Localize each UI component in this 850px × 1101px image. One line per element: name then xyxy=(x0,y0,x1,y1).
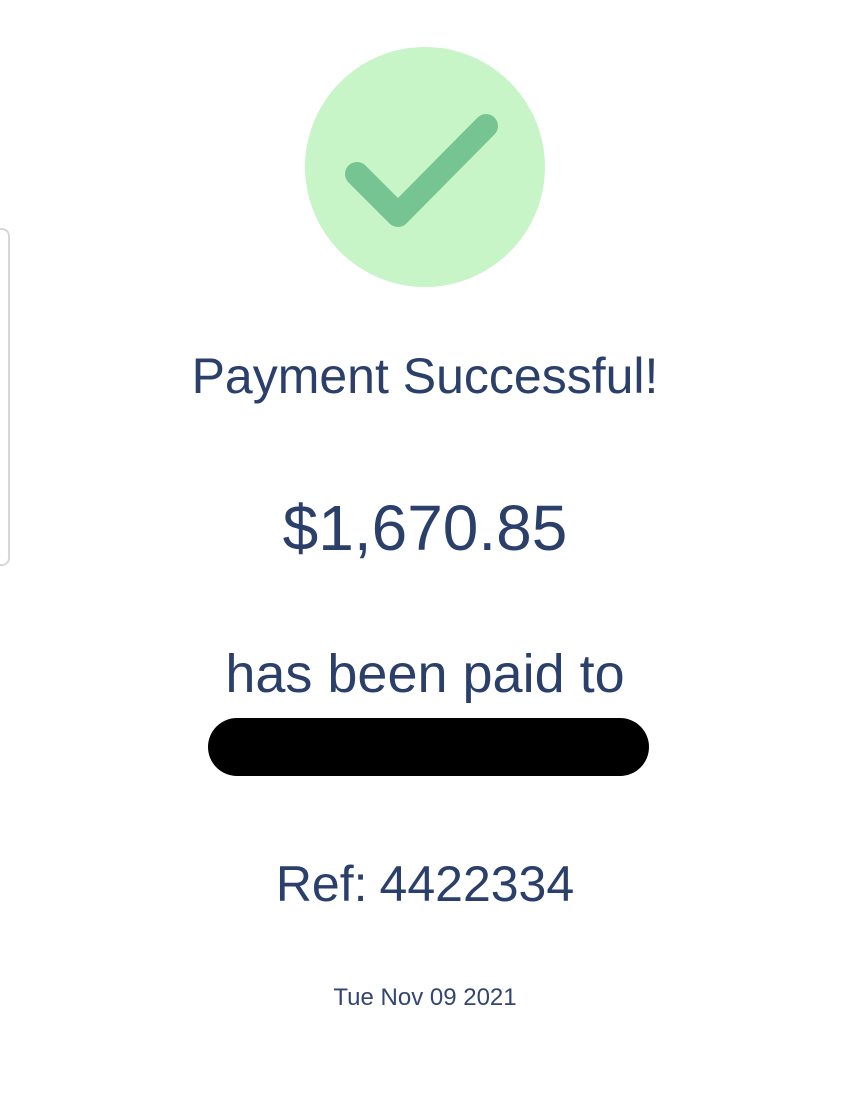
payment-amount: $1,670.85 xyxy=(282,492,568,564)
payment-date: Tue Nov 09 2021 xyxy=(333,984,517,1011)
recipient-redaction xyxy=(208,718,649,776)
reference-label: Ref: xyxy=(275,856,368,912)
paid-to-text: has been paid to xyxy=(225,644,625,704)
reference-line: Ref: 4422334 xyxy=(0,854,850,914)
payment-status-title: Payment Successful! xyxy=(191,348,659,404)
check-icon xyxy=(345,114,498,227)
reference-number: 4422334 xyxy=(379,856,575,912)
success-icon xyxy=(305,47,545,287)
